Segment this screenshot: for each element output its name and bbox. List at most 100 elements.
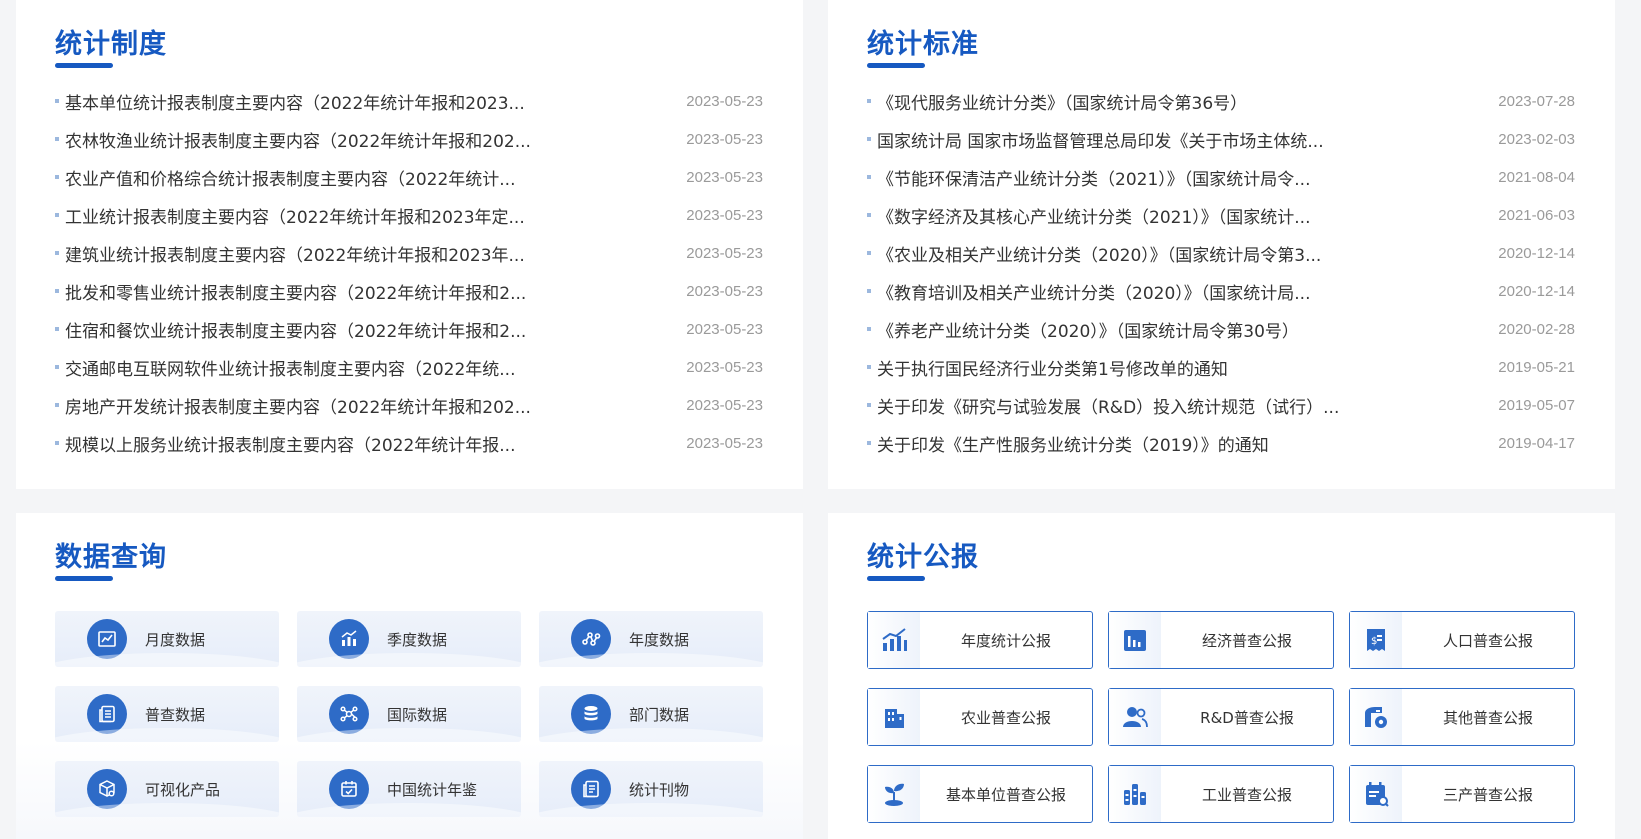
list-item[interactable]: 住宿和餐饮业统计报表制度主要内容（2022年统计年报和2... 2023-05-2… [55, 310, 763, 348]
query-department-button[interactable]: 部门数据 [539, 686, 763, 742]
query-grid: 月度数据 季度数据 年度数据 普查数据 国际数据 部门数据 可视化产品 中国统计… [55, 611, 763, 817]
statistical-system-panel: 统计制度 基本单位统计报表制度主要内容（2022年统计年报和2023... 202… [16, 0, 803, 489]
item-date: 2020-02-28 [1498, 320, 1575, 338]
list-item[interactable]: 工业统计报表制度主要内容（2022年统计年报和2023年定... 2023-05-… [55, 196, 763, 234]
list-item[interactable]: 国家统计局 国家市场监督管理总局印发《关于市场主体统... 2023-02-03 [867, 120, 1575, 158]
item-title-link[interactable]: 工业统计报表制度主要内容（2022年统计年报和2023年定... [65, 203, 673, 228]
list-item[interactable]: 《数字经济及其核心产业统计分类（2021）》（国家统计... 2021-06-03 [867, 196, 1575, 234]
list-item[interactable]: 农林牧渔业统计报表制度主要内容（2022年统计年报和202... 2023-05-… [55, 120, 763, 158]
bulletin-label: 年度统计公报 [960, 631, 1051, 650]
query-label: 可视化产品 [145, 780, 221, 799]
bulletin-agriculture-census-button[interactable]: 农业普查公报 [867, 688, 1093, 746]
data-query-panel: 数据查询 月度数据 季度数据 年度数据 普查数据 国际数据 部门数据 可视化产品… [16, 513, 803, 839]
query-annual-button[interactable]: 年度数据 [539, 611, 763, 667]
item-date: 2023-05-23 [686, 434, 763, 452]
item-date: 2023-05-23 [686, 396, 763, 414]
list-item[interactable]: 关于印发《生产性服务业统计分类（2019）》的通知 2019-04-17 [867, 424, 1575, 462]
item-date: 2023-05-23 [686, 92, 763, 110]
bulletin-annual-button[interactable]: 年度统计公报 [867, 611, 1093, 669]
list-item[interactable]: 关于印发《研究与试验发展（R&D）投入统计规范（试行）... 2019-05-07 [867, 386, 1575, 424]
item-title-link[interactable]: 交通邮电互联网软件业统计报表制度主要内容（2022年统... [65, 355, 673, 380]
list-item[interactable]: 《教育培训及相关产业统计分类（2020）》（国家统计局... 2020-12-14 [867, 272, 1575, 310]
query-publication-button[interactable]: 统计刊物 [539, 761, 763, 817]
bar-chart-icon [1109, 612, 1161, 668]
item-date: 2023-05-23 [686, 206, 763, 224]
bullet-icon [867, 289, 871, 293]
item-title-link[interactable]: 房地产开发统计报表制度主要内容（2022年统计年报和202... [65, 393, 673, 418]
item-title-link[interactable]: 农业产值和价格综合统计报表制度主要内容（2022年统计... [65, 165, 673, 190]
bullet-icon [55, 289, 59, 293]
item-title-link[interactable]: 批发和零售业统计报表制度主要内容（2022年统计年报和2... [65, 279, 673, 304]
bulletin-population-census-button[interactable]: $ 人口普查公报 [1349, 611, 1575, 669]
item-title-link[interactable]: 《节能环保清洁产业统计分类（2021）》（国家统计局令... [877, 165, 1485, 190]
bulletin-basic-unit-census-button[interactable]: 基本单位普查公报 [867, 765, 1093, 823]
sprout-icon [868, 766, 920, 822]
item-title-link[interactable]: 规模以上服务业统计报表制度主要内容（2022年统计年报... [65, 431, 673, 456]
bullet-icon [867, 441, 871, 445]
item-title-link[interactable]: 《教育培训及相关产业统计分类（2020）》（国家统计局... [877, 279, 1485, 304]
bullet-icon [55, 99, 59, 103]
bulletin-label: 三产普查公报 [1442, 785, 1533, 804]
list-item[interactable]: 批发和零售业统计报表制度主要内容（2022年统计年报和2... 2023-05-2… [55, 272, 763, 310]
title-underline [55, 576, 113, 581]
bulletin-label: 经济普查公报 [1201, 631, 1292, 650]
item-title-link[interactable]: 关于执行国民经济行业分类第1号修改单的通知 [877, 355, 1485, 380]
query-visualization-button[interactable]: 可视化产品 [55, 761, 279, 817]
query-international-button[interactable]: 国际数据 [297, 686, 521, 742]
list-item[interactable]: 建筑业统计报表制度主要内容（2022年统计年报和2023年... 2023-05-… [55, 234, 763, 272]
item-title-link[interactable]: 农林牧渔业统计报表制度主要内容（2022年统计年报和202... [65, 127, 673, 152]
query-census-button[interactable]: 普查数据 [55, 686, 279, 742]
bullet-icon [867, 403, 871, 407]
item-title-link[interactable]: 《养老产业统计分类（2020）》（国家统计局令第30号） [877, 317, 1485, 342]
item-date: 2021-06-03 [1498, 206, 1575, 224]
query-quarterly-button[interactable]: 季度数据 [297, 611, 521, 667]
bullet-icon [867, 99, 871, 103]
item-title-link[interactable]: 建筑业统计报表制度主要内容（2022年统计年报和2023年... [65, 241, 673, 266]
list-item[interactable]: 《养老产业统计分类（2020）》（国家统计局令第30号） 2020-02-28 [867, 310, 1575, 348]
bulletin-industry-census-button[interactable]: 工业普查公报 [1108, 765, 1334, 823]
bulletin-rd-census-button[interactable]: R&D普查公报 [1108, 688, 1334, 746]
bulletin-label: 农业普查公报 [960, 708, 1051, 727]
list-item[interactable]: 农业产值和价格综合统计报表制度主要内容（2022年统计... 2023-05-23 [55, 158, 763, 196]
news-list: 基本单位统计报表制度主要内容（2022年统计年报和2023... 2023-05-… [55, 82, 763, 462]
title-underline [867, 576, 925, 581]
bullet-icon [867, 213, 871, 217]
factory-gear-icon [1350, 689, 1402, 745]
query-yearbook-button[interactable]: 中国统计年鉴 [297, 761, 521, 817]
item-title-link[interactable]: 《数字经济及其核心产业统计分类（2021）》（国家统计... [877, 203, 1485, 228]
list-item[interactable]: 交通邮电互联网软件业统计报表制度主要内容（2022年统... 2023-05-23 [55, 348, 763, 386]
bulletin-tertiary-census-button[interactable]: 三产普查公报 [1349, 765, 1575, 823]
item-title-link[interactable]: 关于印发《研究与试验发展（R&D）投入统计规范（试行）... [877, 393, 1485, 418]
list-item[interactable]: 房地产开发统计报表制度主要内容（2022年统计年报和202... 2023-05-… [55, 386, 763, 424]
item-title-link[interactable]: 基本单位统计报表制度主要内容（2022年统计年报和2023... [65, 89, 673, 114]
item-date: 2023-07-28 [1498, 92, 1575, 110]
list-item[interactable]: 关于执行国民经济行业分类第1号修改单的通知 2019-05-21 [867, 348, 1575, 386]
item-date: 2023-05-23 [686, 168, 763, 186]
people-icon [1109, 689, 1161, 745]
bullet-icon [55, 175, 59, 179]
item-date: 2023-02-03 [1498, 130, 1575, 148]
bullet-icon [867, 251, 871, 255]
section-title: 统计公报 [867, 542, 979, 573]
section-title: 数据查询 [55, 542, 167, 573]
bulletin-other-census-button[interactable]: 其他普查公报 [1349, 688, 1575, 746]
item-title-link[interactable]: 关于印发《生产性服务业统计分类（2019）》的通知 [877, 431, 1485, 456]
query-monthly-button[interactable]: 月度数据 [55, 611, 279, 667]
item-title-link[interactable]: 住宿和餐饮业统计报表制度主要内容（2022年统计年报和2... [65, 317, 673, 342]
item-title-link[interactable]: 《现代服务业统计分类》（国家统计局令第36号） [877, 89, 1485, 114]
bullet-icon [55, 251, 59, 255]
bulletin-label: 工业普查公报 [1201, 785, 1292, 804]
nodes-icon [571, 619, 611, 659]
bulletin-economic-census-button[interactable]: 经济普查公报 [1108, 611, 1334, 669]
item-title-link[interactable]: 国家统计局 国家市场监督管理总局印发《关于市场主体统... [877, 127, 1485, 152]
statistical-bulletin-panel: 统计公报 年度统计公报 经济普查公报 $ 人口普查公报 农业普查公报 R&D普查… [828, 513, 1615, 839]
item-date: 2023-05-23 [686, 358, 763, 376]
list-item[interactable]: 《现代服务业统计分类》（国家统计局令第36号） 2023-07-28 [867, 82, 1575, 120]
list-item[interactable]: 基本单位统计报表制度主要内容（2022年统计年报和2023... 2023-05-… [55, 82, 763, 120]
list-item[interactable]: 规模以上服务业统计报表制度主要内容（2022年统计年报... 2023-05-23 [55, 424, 763, 462]
list-item[interactable]: 《农业及相关产业统计分类（2020）》（国家统计局令第3... 2020-12-1… [867, 234, 1575, 272]
list-item[interactable]: 《节能环保清洁产业统计分类（2021）》（国家统计局令... 2021-08-04 [867, 158, 1575, 196]
item-date: 2023-05-23 [686, 282, 763, 300]
item-title-link[interactable]: 《农业及相关产业统计分类（2020）》（国家统计局令第3... [877, 241, 1485, 266]
calendar-search-icon [1350, 766, 1402, 822]
